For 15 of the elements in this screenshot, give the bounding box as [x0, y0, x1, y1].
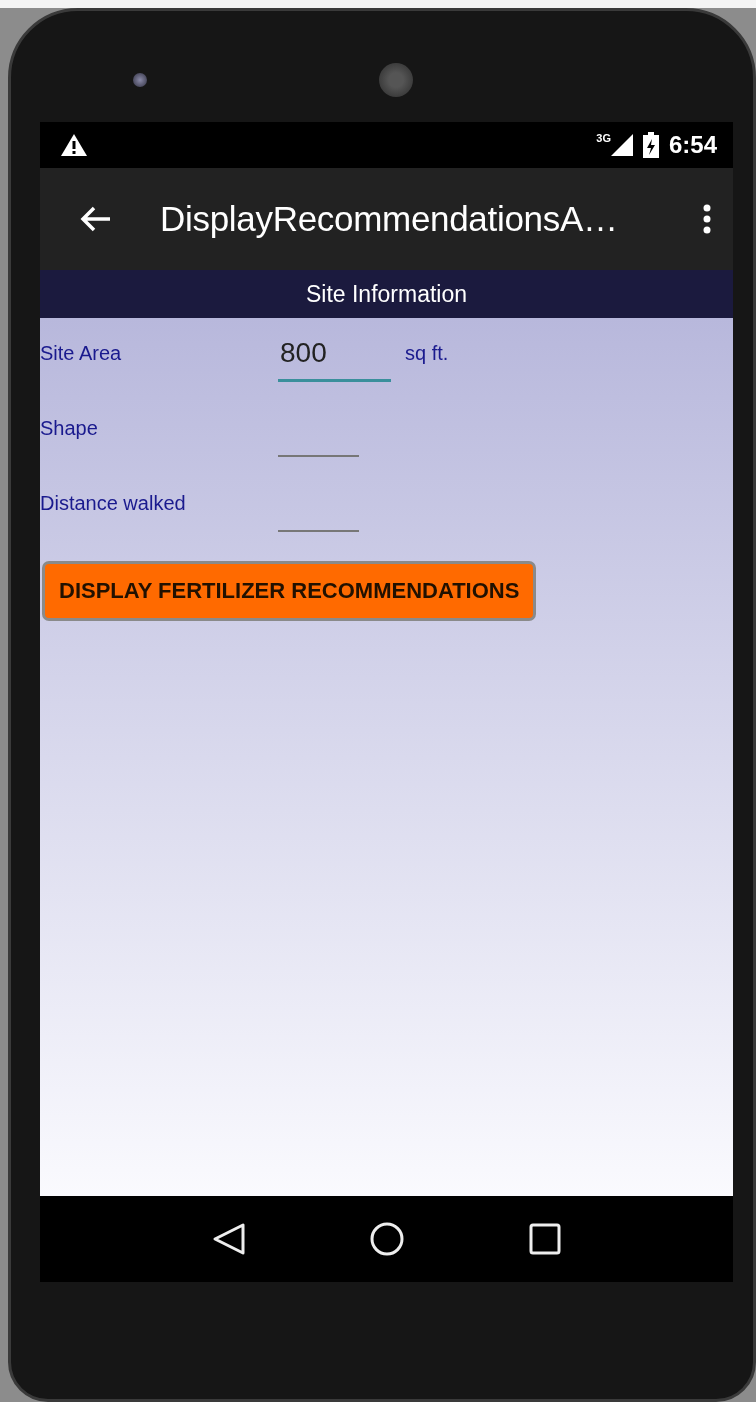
clock-time: 6:54 [668, 131, 717, 159]
display-recommendations-button[interactable]: DISPLAY FERTILIZER RECOMMENDATIONS [42, 561, 537, 621]
input-field[interactable]: 800 [278, 330, 391, 382]
field-label: Shape [40, 417, 99, 440]
network-label: 3G [596, 132, 611, 144]
warning-icon [60, 133, 88, 157]
field-label: Site Area [40, 342, 123, 365]
unit-label: sq ft. [405, 342, 449, 365]
screen-title: DisplayRecommendationsA… [160, 199, 619, 239]
camera-icon [133, 73, 147, 87]
section-header: Site Information [40, 270, 733, 318]
field-label: Distance walked [40, 492, 187, 515]
signal-icon [610, 134, 633, 156]
speaker-icon [379, 63, 413, 97]
battery-icon [642, 132, 659, 158]
